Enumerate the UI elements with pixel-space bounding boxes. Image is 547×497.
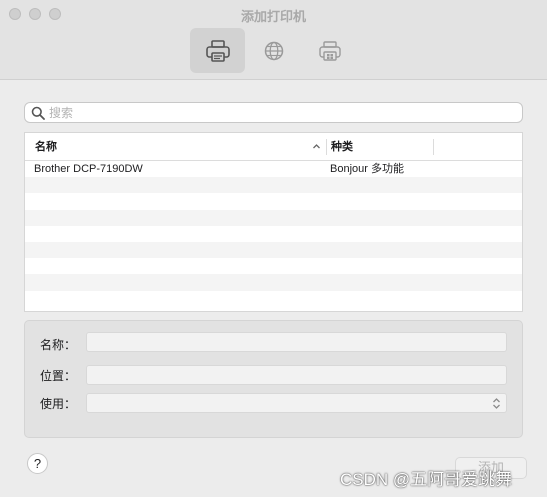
- column-header-name[interactable]: 名称: [35, 133, 57, 161]
- globe-icon: [264, 41, 283, 60]
- help-button[interactable]: ?: [27, 453, 48, 474]
- location-field[interactable]: [86, 365, 507, 385]
- tab-default-printer[interactable]: [190, 28, 245, 73]
- empty-row: [25, 274, 522, 291]
- empty-row: [25, 193, 522, 209]
- printer-details-panel: 名称： 位置： 使用：: [24, 320, 523, 438]
- printer-table: 名称 种类 Brother DCP-7190DW Bonjour 多功能: [24, 132, 523, 312]
- empty-row: [25, 209, 522, 226]
- empty-row: [25, 177, 522, 194]
- chevron-up-icon[interactable]: [312, 142, 321, 151]
- empty-row: [25, 258, 522, 274]
- column-divider[interactable]: [326, 139, 327, 155]
- tab-ip-printer[interactable]: [246, 28, 301, 73]
- use-label: 使用：: [40, 397, 77, 411]
- table-body: Brother DCP-7190DW Bonjour 多功能: [25, 161, 522, 307]
- title-bar: 添加打印机: [0, 0, 547, 80]
- location-label: 位置：: [40, 369, 77, 383]
- printer-kind-cell: Bonjour 多功能: [330, 163, 404, 175]
- empty-row: [25, 226, 522, 242]
- windows-printer-icon: [318, 40, 341, 61]
- use-select[interactable]: [86, 393, 507, 413]
- add-printer-window: 添加打印机 搜索 名称 种类 Brother DCP-7190DW Bonjou…: [0, 0, 547, 497]
- window-title: 添加打印机: [240, 9, 306, 24]
- column-header-kind[interactable]: 种类: [331, 133, 353, 161]
- printer-name-cell: Brother DCP-7190DW: [34, 163, 143, 175]
- empty-row: [25, 241, 522, 259]
- empty-row: [25, 291, 522, 307]
- search-icon: [31, 106, 45, 120]
- watermark-text: CSDN @五阿哥爱跳舞: [340, 470, 513, 489]
- updown-chevron-icon: [493, 398, 500, 409]
- search-field[interactable]: [24, 102, 523, 123]
- column-divider[interactable]: [433, 139, 434, 155]
- printer-icon: [205, 39, 230, 62]
- tab-windows-printer[interactable]: [302, 28, 357, 73]
- search-input[interactable]: [49, 105, 489, 120]
- table-row[interactable]: Brother DCP-7190DW Bonjour 多功能: [25, 161, 522, 177]
- table-header: 名称 种类: [25, 133, 522, 161]
- name-field[interactable]: [86, 332, 507, 352]
- name-label: 名称：: [40, 338, 77, 352]
